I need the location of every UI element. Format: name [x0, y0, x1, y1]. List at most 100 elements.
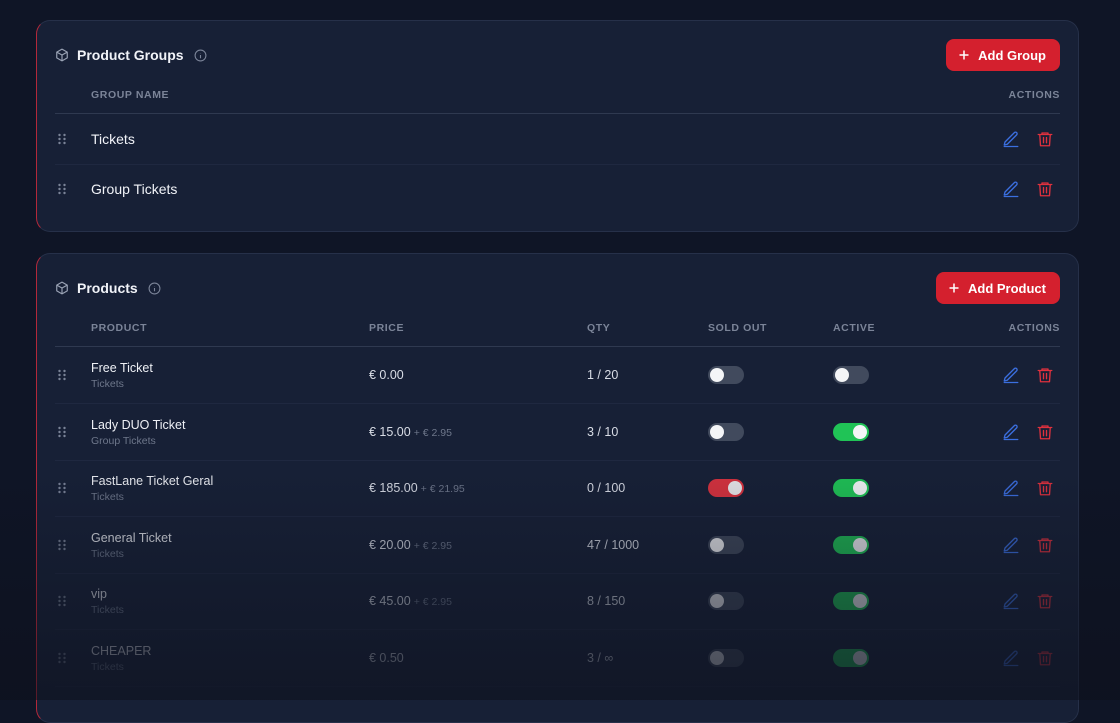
sold-out-toggle[interactable] — [708, 592, 744, 610]
product-fee: + € 2.95 — [413, 539, 452, 552]
column-active: ACTIVE — [833, 322, 876, 334]
product-qty: 0 / 100 — [587, 481, 626, 495]
product-price: € 185.00 — [369, 481, 418, 495]
add-group-button[interactable]: Add Group — [946, 39, 1060, 71]
trash-icon[interactable] — [1036, 479, 1054, 497]
product-price-cell: € 20.00 + € 2.95 — [369, 538, 452, 552]
pencil-icon[interactable] — [1002, 592, 1020, 610]
pencil-icon[interactable] — [1002, 536, 1020, 554]
toggle-knob — [710, 650, 724, 665]
toggle-knob — [710, 594, 724, 608]
add-group-label: Add Group — [978, 47, 1046, 63]
products-table-header: PRODUCT PRICE QTY SOLD OUT ACTIVE ACTION… — [55, 310, 1060, 347]
toggle-knob — [853, 424, 867, 439]
box-icon — [55, 48, 69, 62]
product-row[interactable]: CHEAPER Tickets € 0.50 3 / ∞ — [55, 630, 1060, 687]
product-row[interactable]: FastLane Ticket Geral Tickets € 185.00 + € … — [55, 460, 1060, 517]
toggle-knob — [835, 368, 849, 382]
trash-icon[interactable] — [1036, 130, 1054, 148]
product-row[interactable]: Free Ticket Tickets € 0.00 1 / 20 — [55, 347, 1060, 404]
info-icon[interactable] — [148, 282, 161, 295]
product-price: € 0.00 — [369, 368, 404, 382]
trash-icon[interactable] — [1036, 592, 1054, 610]
add-product-button[interactable]: Add Product — [936, 272, 1060, 304]
column-actions: ACTIONS — [1008, 322, 1060, 334]
product-qty: 8 / 150 — [587, 594, 626, 608]
product-qty: 3 / 10 — [587, 424, 619, 439]
product-qty: 3 / ∞ — [587, 650, 614, 665]
trash-icon[interactable] — [1036, 649, 1054, 667]
product-groups-title: Product Groups — [77, 47, 184, 63]
drag-handle-icon[interactable] — [57, 482, 67, 494]
product-price: € 15.00 — [369, 424, 411, 439]
active-toggle[interactable] — [833, 648, 869, 667]
sold-out-toggle[interactable] — [708, 479, 744, 497]
active-toggle[interactable] — [833, 479, 869, 497]
toggle-knob — [710, 537, 724, 552]
product-row[interactable]: vip Tickets € 45.00 + € 2.95 8 / 150 — [55, 573, 1060, 630]
product-group: Tickets — [91, 378, 124, 390]
product-name: Lady DUO Ticket — [91, 417, 186, 432]
active-toggle[interactable] — [833, 422, 869, 441]
pencil-icon[interactable] — [1002, 366, 1020, 384]
product-qty: 47 / 1000 — [587, 537, 640, 552]
trash-icon[interactable] — [1036, 536, 1054, 554]
active-toggle[interactable] — [833, 366, 869, 384]
product-price-cell: € 0.50 — [369, 651, 407, 665]
drag-handle-icon[interactable] — [57, 133, 67, 145]
pencil-icon[interactable] — [1002, 649, 1020, 667]
add-product-label: Add Product — [968, 280, 1046, 296]
drag-handle-icon[interactable] — [57, 369, 67, 381]
pencil-icon[interactable] — [1002, 180, 1020, 198]
row-actions — [1002, 592, 1054, 610]
product-price-cell: € 45.00 + € 2.95 — [369, 594, 452, 608]
toggle-knob — [710, 424, 724, 439]
products-title: Products — [77, 280, 138, 296]
row-actions — [1002, 649, 1054, 667]
sold-out-toggle[interactable] — [708, 535, 744, 554]
products-card: Products Add Product PRODUCT PRICE QTY S… — [36, 253, 1079, 723]
product-price: € 20.00 — [369, 537, 411, 552]
row-actions — [1002, 536, 1054, 554]
row-actions — [1002, 423, 1054, 441]
product-row[interactable]: Lady DUO Ticket Group Tickets € 15.00 + € 2… — [55, 404, 1060, 461]
group-row[interactable]: Group Tickets — [55, 164, 1060, 214]
product-group: Tickets — [91, 491, 124, 503]
column-product: PRODUCT — [91, 322, 148, 334]
toggle-knob — [853, 537, 867, 552]
active-toggle[interactable] — [833, 592, 869, 610]
column-sold-out: SOLD OUT — [708, 322, 768, 334]
product-name: FastLane Ticket Geral — [91, 474, 214, 488]
trash-icon[interactable] — [1036, 180, 1054, 198]
drag-handle-icon[interactable] — [57, 652, 67, 664]
column-group-name: GROUP NAME — [91, 89, 170, 101]
pencil-icon[interactable] — [1002, 130, 1020, 148]
drag-handle-icon[interactable] — [57, 183, 67, 195]
toggle-knob — [728, 481, 742, 495]
product-group: Tickets — [91, 604, 124, 616]
group-name: Tickets — [91, 131, 135, 147]
sold-out-toggle[interactable] — [708, 648, 744, 667]
trash-icon[interactable] — [1036, 366, 1054, 384]
info-icon[interactable] — [194, 49, 207, 62]
toggle-knob — [853, 594, 867, 608]
box-icon — [55, 281, 69, 295]
pencil-icon[interactable] — [1002, 479, 1020, 497]
row-actions — [1002, 479, 1054, 497]
product-fee: + € 2.95 — [413, 426, 452, 439]
product-price-cell: € 0.00 — [369, 368, 407, 382]
drag-handle-icon[interactable] — [57, 426, 67, 438]
toggle-knob — [710, 368, 724, 382]
sold-out-toggle[interactable] — [708, 366, 744, 384]
pencil-icon[interactable] — [1002, 423, 1020, 441]
trash-icon[interactable] — [1036, 423, 1054, 441]
column-price: PRICE — [369, 322, 405, 334]
active-toggle[interactable] — [833, 535, 869, 554]
group-row[interactable]: Tickets — [55, 114, 1060, 165]
product-name: CHEAPER — [91, 643, 152, 658]
product-row[interactable]: General Ticket Tickets € 20.00 + € 2.95 47 /… — [55, 517, 1060, 574]
sold-out-toggle[interactable] — [708, 422, 744, 441]
drag-handle-icon[interactable] — [57, 539, 67, 551]
product-fee: + € 21.95 — [420, 483, 465, 495]
drag-handle-icon[interactable] — [57, 595, 67, 607]
